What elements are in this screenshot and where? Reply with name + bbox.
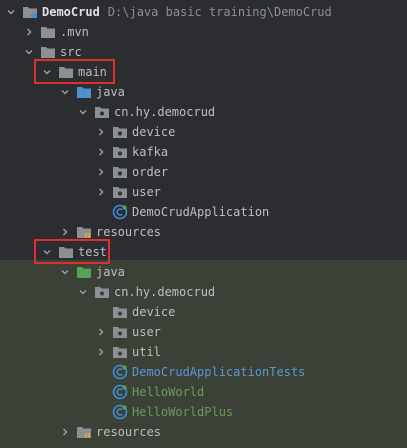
package-label-user: user xyxy=(132,185,161,199)
package-label-test: cn.hy.democrud xyxy=(114,285,216,299)
tree-node-test-device[interactable]: device xyxy=(0,302,407,322)
tree-node-main-order[interactable]: order xyxy=(0,162,407,182)
chevron-down-icon[interactable] xyxy=(76,105,90,119)
package-label-test-user: user xyxy=(132,325,161,339)
highlight-box-main xyxy=(34,59,115,84)
chevron-right-icon[interactable] xyxy=(94,125,108,139)
tree-node-project[interactable]: DemoCrud D:\java basic training\DemoCrud xyxy=(0,2,407,22)
package-icon xyxy=(112,324,128,340)
tree-node-test-app-tests[interactable]: DemoCrudApplicationTests xyxy=(0,362,407,382)
java-class-icon xyxy=(112,404,128,420)
package-label-order: order xyxy=(132,165,169,179)
java-class-icon xyxy=(112,364,128,380)
test-folder-icon xyxy=(76,264,92,280)
chevron-down-icon[interactable] xyxy=(22,45,36,59)
folder-icon xyxy=(40,44,56,60)
package-icon xyxy=(94,104,110,120)
package-label-main: cn.hy.democrud xyxy=(114,105,216,119)
project-name: DemoCrud xyxy=(42,5,100,19)
tree-node-test-user[interactable]: user xyxy=(0,322,407,342)
folder-label-main-java: java xyxy=(96,85,125,99)
package-icon xyxy=(112,344,128,360)
tree-node-main-device[interactable]: device xyxy=(0,122,407,142)
source-folder-icon xyxy=(76,84,92,100)
package-icon xyxy=(112,164,128,180)
folder-label-test-resources: resources xyxy=(96,425,162,439)
package-icon xyxy=(112,124,128,140)
java-class-icon xyxy=(112,204,128,220)
tree-node-test-util[interactable]: util xyxy=(0,342,407,362)
chevron-down-icon[interactable] xyxy=(58,265,72,279)
tree-node-test-resources[interactable]: resources xyxy=(0,422,407,442)
highlight-box-test xyxy=(34,239,110,264)
tree-node-mvn[interactable]: .mvn xyxy=(0,22,407,42)
package-icon xyxy=(94,284,110,300)
package-icon xyxy=(112,144,128,160)
chevron-right-icon[interactable] xyxy=(22,25,36,39)
tree-node-test-hello-plus[interactable]: HelloWorldPlus xyxy=(0,402,407,422)
chevron-right-icon[interactable] xyxy=(94,345,108,359)
project-tree: DemoCrud D:\java basic training\DemoCrud… xyxy=(0,0,407,448)
tree-node-test-java[interactable]: java xyxy=(0,262,407,282)
chevron-down-icon[interactable] xyxy=(4,5,18,19)
chevron-right-icon[interactable] xyxy=(94,165,108,179)
chevron-right-icon[interactable] xyxy=(58,225,72,239)
package-label-device: device xyxy=(132,125,176,139)
chevron-right-icon[interactable] xyxy=(94,185,108,199)
chevron-down-icon[interactable] xyxy=(58,85,72,99)
java-class-icon xyxy=(112,384,128,400)
package-label-test-util: util xyxy=(132,345,161,359)
package-label-kafka: kafka xyxy=(132,145,169,159)
tree-node-main-java[interactable]: java xyxy=(0,82,407,102)
resources-folder-icon xyxy=(76,224,92,240)
class-label-app: DemoCrudApplication xyxy=(132,205,270,219)
tree-node-main-kafka[interactable]: kafka xyxy=(0,142,407,162)
chevron-right-icon[interactable] xyxy=(94,325,108,339)
tree-node-main-package[interactable]: cn.hy.democrud xyxy=(0,102,407,122)
resources-folder-icon xyxy=(76,424,92,440)
chevron-down-icon[interactable] xyxy=(76,285,90,299)
folder-icon xyxy=(40,24,56,40)
project-folder-icon xyxy=(22,4,38,20)
class-label-app-tests: DemoCrudApplicationTests xyxy=(132,365,306,379)
class-label-hello-plus: HelloWorldPlus xyxy=(132,405,234,419)
chevron-right-icon[interactable] xyxy=(58,425,72,439)
tree-node-test-package[interactable]: cn.hy.democrud xyxy=(0,282,407,302)
project-path: D:\java basic training\DemoCrud xyxy=(107,5,332,19)
tree-node-test-hello[interactable]: HelloWorld xyxy=(0,382,407,402)
package-label-test-device: device xyxy=(132,305,176,319)
folder-label-test-java: java xyxy=(96,265,125,279)
tree-node-main-app-class[interactable]: DemoCrudApplication xyxy=(0,202,407,222)
class-label-hello: HelloWorld xyxy=(132,385,205,399)
package-icon xyxy=(112,184,128,200)
tree-node-main-user[interactable]: user xyxy=(0,182,407,202)
folder-label-mvn: .mvn xyxy=(60,25,89,39)
chevron-right-icon[interactable] xyxy=(94,145,108,159)
package-icon xyxy=(112,304,128,320)
